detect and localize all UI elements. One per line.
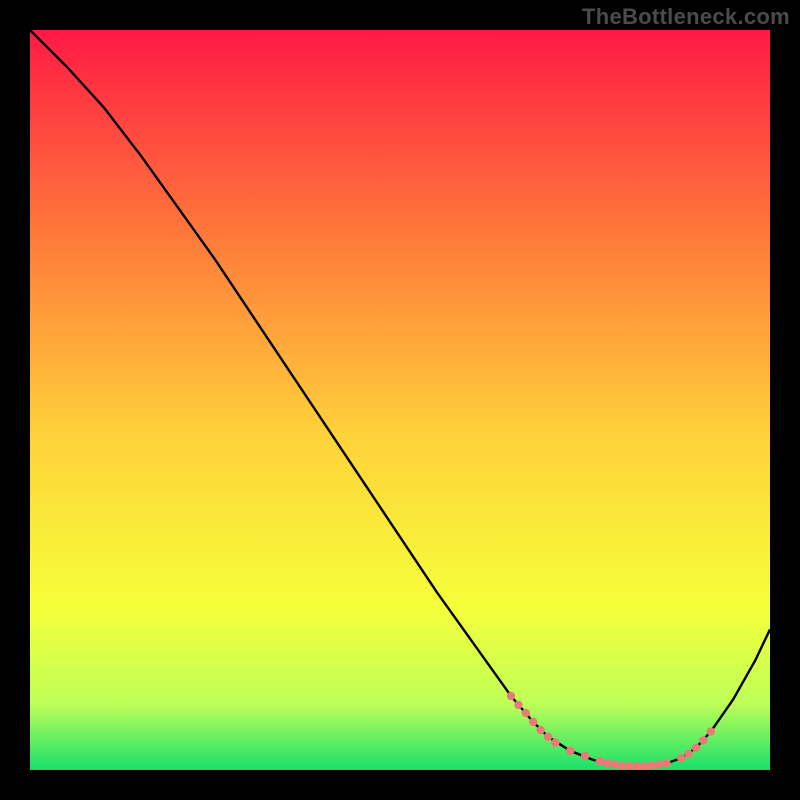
marker-dot — [640, 762, 648, 770]
marker-dot — [603, 759, 611, 767]
watermark-text: TheBottleneck.com — [582, 4, 790, 30]
plot-area — [30, 30, 770, 770]
marker-dot — [596, 757, 604, 765]
marker-dot — [655, 760, 663, 768]
marker-dot — [522, 709, 530, 717]
marker-dot — [692, 744, 700, 752]
marker-dot — [677, 754, 685, 762]
marker-dot — [544, 733, 552, 741]
bottleneck-chart — [30, 30, 770, 770]
marker-dot — [610, 760, 618, 768]
gradient-background — [30, 30, 770, 770]
marker-dot — [662, 759, 670, 767]
marker-dot — [536, 726, 544, 734]
marker-dot — [566, 747, 574, 755]
marker-dot — [699, 736, 707, 744]
marker-dot — [618, 761, 626, 769]
marker-dot — [507, 692, 515, 700]
marker-dot — [529, 718, 537, 726]
marker-dot — [647, 761, 655, 769]
marker-dot — [581, 752, 589, 760]
marker-dot — [684, 750, 692, 758]
marker-dot — [707, 727, 715, 735]
marker-dot — [514, 701, 522, 709]
marker-dot — [551, 738, 559, 746]
chart-frame: { "watermark": "TheBottleneck.com", "col… — [0, 0, 800, 800]
marker-dot — [625, 762, 633, 770]
